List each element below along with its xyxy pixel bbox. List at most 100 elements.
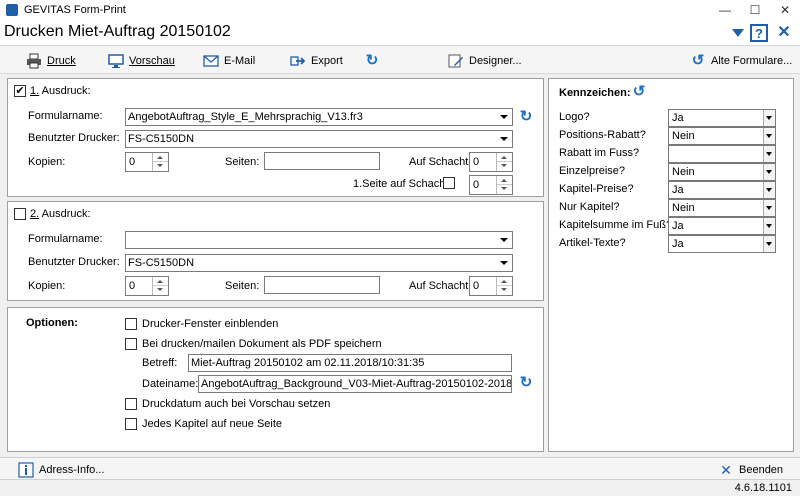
kennzeichen-item-label: Logo? [559,111,590,123]
kapitel-label: Jedes Kapitel auf neue Seite [142,418,283,430]
minimize-button[interactable]: — [710,0,740,20]
kennzeichen-item-value: Ja [672,184,684,196]
vorschau-button[interactable]: Vorschau [108,51,175,71]
dateiname-refresh-icon[interactable]: ↻ [518,375,534,391]
dropdown-arrow-icon [500,137,508,141]
ausdruck2-label: 2. Ausdruck: [30,208,91,220]
adress-info-label: Adress-Info... [39,464,105,476]
beenden-button[interactable]: ✕ Beenden [718,460,783,480]
formularname2-label: Formularname: [28,233,103,245]
seiten2-input[interactable] [264,276,380,294]
formular-refresh-icon[interactable]: ↻ [518,109,534,125]
spin-down-icon[interactable] [497,162,512,171]
window-close-button[interactable]: ✕ [770,0,800,20]
dropdown-arrow-icon[interactable] [763,164,775,180]
alte-formulare-label: Alte Formulare... [711,55,793,67]
spin-up-icon[interactable] [497,277,512,286]
kennzeichen-item-value: Nein [672,166,695,178]
erste-seite-label: 1.Seite auf Schacht: [353,178,452,190]
spin-up-icon[interactable] [497,153,512,162]
refresh-icon: ↻ [365,52,379,69]
dateiname-input[interactable]: AngebotAuftrag_Background_V03-Miet-Auftr… [198,375,512,393]
dropdown-arrow-icon[interactable] [763,218,775,234]
adress-info-button[interactable]: Adress-Info... [18,460,104,480]
erste-seite-checkbox[interactable] [443,177,455,189]
dropdown-arrow-icon[interactable] [763,236,775,252]
chevron-down-icon[interactable] [728,25,748,45]
pencil-icon [448,53,464,69]
email-button[interactable]: E-Mail [203,51,255,71]
kennzeichen-item-select[interactable]: Nein [668,163,776,181]
kennzeichen-panel: Kennzeichen: ↺ Logo? Ja Positions-Rabatt? N… [548,78,794,452]
kopien-stepper[interactable]: 0 [125,152,169,172]
druckdatum-label: Druckdatum auch bei Vorschau setzen [142,398,331,410]
spin-down-icon[interactable] [497,286,512,295]
spin-down-icon[interactable] [497,185,512,194]
kennzeichen-item-select[interactable]: Ja [668,109,776,127]
betreff-input[interactable]: Miet-Auftrag 20150102 am 02.11.2018/10:3… [188,354,512,372]
formularname2-combo[interactable] [125,231,513,249]
kennzeichen-item-label: Rabatt im Fuss? [559,147,640,159]
envelope-icon [203,53,219,69]
dropdown-arrow-icon[interactable] [763,128,775,144]
kennzeichen-item-select[interactable]: Ja [668,217,776,235]
export-label: Export [311,55,343,67]
formularname-label: Formularname: [28,110,103,122]
kennzeichen-item-select[interactable]: Ja [668,235,776,253]
ausdruck1-checkbox[interactable]: ✔ [14,85,26,97]
drucker-fenster-label: Drucker-Fenster einblenden [142,318,279,330]
refresh-button[interactable]: ↻ [364,51,380,71]
export-button[interactable]: Export [290,51,343,71]
designer-button[interactable]: Designer... [448,51,522,71]
kopien2-value: 0 [129,280,136,292]
drucker2-combo[interactable]: FS-C5150DN [125,254,513,272]
kennzeichen-item-value: Ja [672,220,684,232]
spin-down-icon[interactable] [153,162,168,171]
monitor-icon [108,53,124,69]
export-icon [290,53,306,69]
spin-up-icon[interactable] [153,277,168,286]
dropdown-arrow-icon[interactable] [763,110,775,126]
dialog-close-button[interactable]: ✕ [774,23,794,43]
kopien2-stepper[interactable]: 0 [125,276,169,296]
alte-formulare-button[interactable]: ↺ Alte Formulare... [690,51,793,71]
druck-button[interactable]: Druck [26,51,76,71]
kopien-label: Kopien: [28,156,66,168]
drucker-combo[interactable]: FS-C5150DN [125,130,513,148]
schacht-label: Auf Schacht: [409,156,472,168]
drucker-fenster-checkbox[interactable] [125,318,137,330]
ausdruck2-checkbox[interactable] [14,208,26,220]
maximize-button[interactable]: ☐ [740,0,770,20]
dropdown-arrow-icon[interactable] [763,200,775,216]
designer-label: Designer... [469,55,522,67]
kennzeichen-item-label: Nur Kapitel? [559,201,620,213]
optionen-panel: Optionen: Drucker-Fenster einblenden Bei… [7,307,544,452]
kapitel-checkbox[interactable] [125,418,137,430]
spin-down-icon[interactable] [153,286,168,295]
druckdatum-checkbox[interactable] [125,398,137,410]
kennzeichen-item-select[interactable]: Nein [668,127,776,145]
spin-up-icon[interactable] [497,176,512,185]
schacht2-stepper[interactable]: 0 [469,276,513,296]
kennzeichen-item-value: Ja [672,112,684,124]
spin-up-icon[interactable] [153,153,168,162]
footer: Adress-Info... ✕ Beenden [0,457,800,479]
dialog-header: Drucken Miet-Auftrag 20150102 ? ✕ [0,20,800,46]
kennzeichen-reset-icon[interactable]: ↺ [631,84,647,100]
info-icon [18,462,34,478]
kennzeichen-item-label: Einzelpreise? [559,165,626,177]
kennzeichen-item-select[interactable] [668,145,776,163]
kennzeichen-item-select[interactable]: Nein [668,199,776,217]
erste-seite-stepper[interactable]: 0 [469,175,513,195]
schacht-stepper[interactable]: 0 [469,152,513,172]
seiten-input[interactable] [264,152,380,170]
version-label: 4.6.18.1101 [734,482,792,494]
toolbar: Druck Vorschau E-Mail Export ↻ Designer.… [0,47,800,74]
help-button[interactable]: ? [750,24,768,42]
formularname-combo[interactable]: AngebotAuftrag_Style_E_Mehrsprachig_V13.… [125,108,513,126]
pdf-speichern-checkbox[interactable] [125,338,137,350]
kennzeichen-item-select[interactable]: Ja [668,181,776,199]
dropdown-arrow-icon[interactable] [763,146,775,162]
schacht2-label: Auf Schacht: [409,280,472,292]
dropdown-arrow-icon[interactable] [763,182,775,198]
